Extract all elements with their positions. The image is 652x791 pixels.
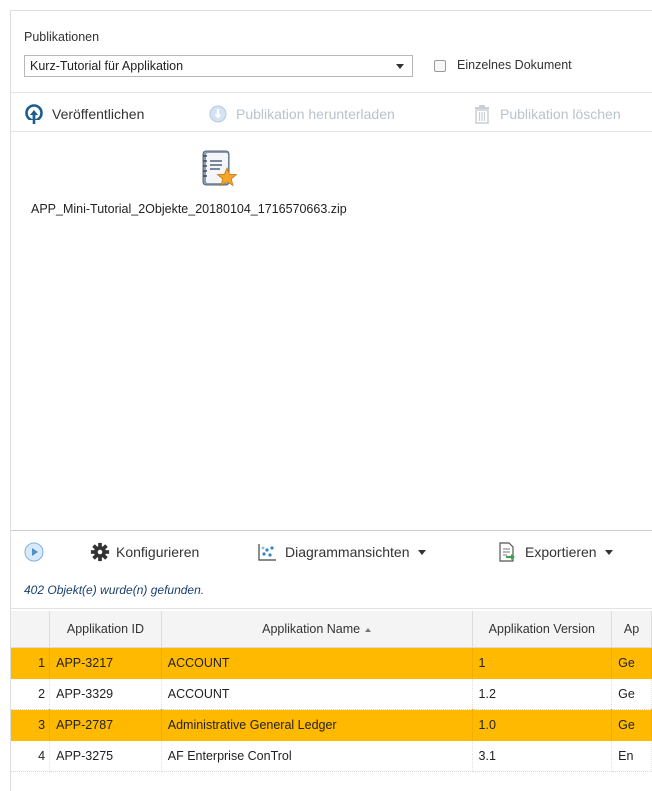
row-number: 2	[11, 678, 51, 710]
publication-select-value: Kurz-Tutorial für Applikation	[30, 59, 184, 73]
column-header-application-id[interactable]: Applikation ID	[49, 611, 162, 648]
publications-label: Publikationen	[24, 30, 100, 44]
play-circle-icon	[24, 542, 44, 562]
divider	[11, 131, 652, 132]
publication-toolbar: Veröffentlichen Publikation herunterlade…	[24, 101, 652, 127]
splitter[interactable]	[11, 530, 652, 531]
column-header-rownum[interactable]	[11, 611, 51, 648]
chevron-down-icon	[604, 549, 613, 555]
column-header-application-version[interactable]: Applikation Version	[472, 611, 613, 648]
results-table: Applikation ID Applikation Name Applikat…	[11, 611, 652, 772]
column-header-application-name[interactable]: Applikation Name	[161, 611, 473, 648]
zip-archive-icon[interactable]	[200, 148, 240, 192]
cell-truncated[interactable]: Ge	[611, 709, 652, 741]
export-label: Exportieren	[525, 544, 597, 560]
cell-application-name[interactable]: AF Enterprise ConTrol	[161, 740, 473, 772]
cell-application-id[interactable]: APP-3217	[49, 647, 162, 679]
cell-application-name[interactable]: ACCOUNT	[161, 678, 473, 710]
export-icon	[497, 542, 517, 562]
cell-application-version[interactable]: 1.0	[472, 709, 613, 741]
divider	[11, 608, 652, 609]
download-icon	[208, 104, 228, 124]
export-dropdown[interactable]: Exportieren	[497, 538, 613, 566]
cell-application-version[interactable]: 1.2	[472, 678, 613, 710]
publication-file-name[interactable]: APP_Mini-Tutorial_2Objekte_20180104_1716…	[31, 202, 347, 216]
cell-truncated[interactable]: Ge	[611, 678, 652, 710]
table-row[interactable]: 1 APP-3217 ACCOUNT 1 Ge	[11, 647, 652, 679]
download-publication-button[interactable]: Publikation herunterladen	[208, 101, 395, 127]
cell-application-id[interactable]: APP-2787	[49, 709, 162, 741]
publish-button[interactable]: Veröffentlichen	[24, 101, 144, 127]
cell-application-version[interactable]: 1	[472, 647, 613, 679]
diagram-views-label: Diagrammansichten	[285, 544, 410, 560]
configure-label: Konfigurieren	[116, 544, 200, 560]
download-publication-label: Publikation herunterladen	[236, 106, 395, 122]
configure-button[interactable]: Konfigurieren	[90, 538, 199, 566]
cell-truncated[interactable]: En	[611, 740, 652, 772]
cell-truncated[interactable]: Ge	[611, 647, 652, 679]
sort-ascending-icon	[365, 627, 372, 632]
cell-application-name[interactable]: Administrative General Ledger	[161, 709, 473, 741]
result-count: 402 Objekt(e) wurde(n) gefunden.	[24, 583, 205, 597]
chevron-down-icon	[396, 64, 404, 69]
row-number: 1	[11, 647, 51, 679]
panel-top-border	[10, 10, 652, 11]
diagram-views-dropdown[interactable]: Diagrammansichten	[257, 538, 426, 566]
table-row[interactable]: 2 APP-3329 ACCOUNT 1.2 Ge	[11, 678, 652, 710]
grid-toolbar: Konfigurieren Diagrammansichten Exportie…	[24, 538, 652, 566]
cell-application-version[interactable]: 3.1	[472, 740, 613, 772]
cell-application-id[interactable]: APP-3329	[49, 678, 162, 710]
publish-icon	[24, 104, 44, 124]
column-header-application-name-label: Applikation Name	[262, 622, 361, 636]
table-header-row: Applikation ID Applikation Name Applikat…	[11, 611, 652, 648]
single-document-checkbox[interactable]	[434, 60, 446, 72]
table-row[interactable]: 4 APP-3275 AF Enterprise ConTrol 3.1 En	[11, 740, 652, 772]
delete-publication-label: Publikation löschen	[500, 106, 621, 122]
cell-application-name[interactable]: ACCOUNT	[161, 647, 473, 679]
row-number: 3	[11, 709, 51, 741]
chevron-down-icon	[417, 549, 426, 555]
trash-icon	[472, 104, 492, 124]
scatter-chart-icon	[257, 542, 277, 562]
single-document-label[interactable]: Einzelnes Dokument	[457, 58, 572, 72]
column-header-truncated[interactable]: Ap	[611, 611, 652, 648]
expand-button[interactable]	[24, 538, 52, 566]
publish-label: Veröffentlichen	[52, 106, 145, 122]
table-row[interactable]: 3 APP-2787 Administrative General Ledger…	[11, 709, 652, 741]
row-number: 4	[11, 740, 51, 772]
publication-select[interactable]: Kurz-Tutorial für Applikation	[24, 55, 413, 77]
gear-icon	[90, 542, 110, 562]
divider	[11, 92, 652, 93]
delete-publication-button[interactable]: Publikation löschen	[472, 101, 621, 127]
cell-application-id[interactable]: APP-3275	[49, 740, 162, 772]
